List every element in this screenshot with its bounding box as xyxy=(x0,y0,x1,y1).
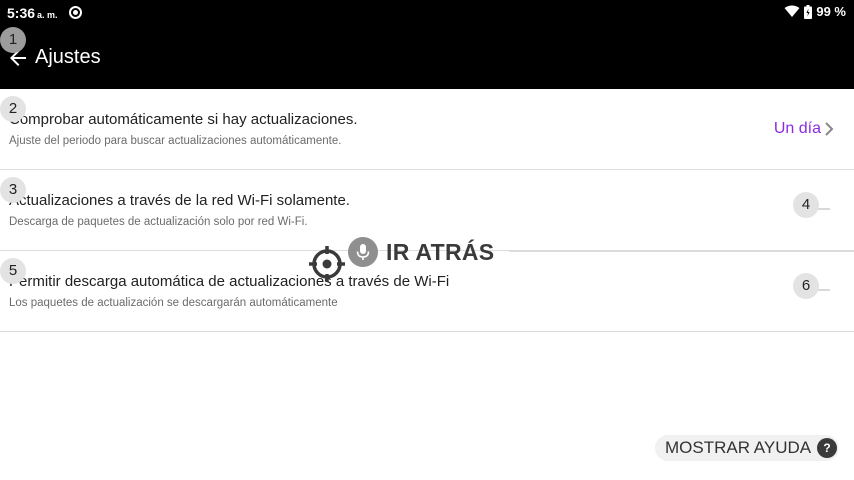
voice-divider xyxy=(509,251,854,252)
status-right: 99 % xyxy=(784,4,846,19)
status-time: 5:36 a. m. xyxy=(7,5,58,21)
screen-record-icon xyxy=(69,6,82,19)
badge-2[interactable]: 2 xyxy=(0,96,26,122)
microphone-icon xyxy=(356,244,370,260)
status-ampm: a. m. xyxy=(37,10,58,20)
setting-title: Permitir descarga automática de actualiz… xyxy=(9,273,450,290)
status-bar: 5:36 a. m. 99 % xyxy=(0,0,854,26)
setting-subtitle: Descarga de paquetes de actualización so… xyxy=(9,216,308,228)
badge-5[interactable]: 5 xyxy=(0,258,26,284)
crosshair-icon xyxy=(309,246,345,282)
show-help-button[interactable]: MOSTRAR AYUDA xyxy=(655,435,840,461)
setting-subtitle: Los paquetes de actualización se descarg… xyxy=(9,297,338,309)
voice-command-text: IR ATRÁS xyxy=(386,239,495,265)
badge-6[interactable]: 6 xyxy=(793,273,819,299)
setting-subtitle: Ajuste del periodo para buscar actualiza… xyxy=(9,135,342,147)
battery-level: 99 % xyxy=(816,4,846,19)
chevron-right-icon xyxy=(825,122,834,136)
app-bar: Ajustes xyxy=(0,26,854,89)
badge-1[interactable]: 1 xyxy=(0,27,26,53)
setting-title: Comprobar automáticamente si hay actuali… xyxy=(9,111,358,128)
badge-4[interactable]: 4 xyxy=(793,192,819,218)
badge-3[interactable]: 3 xyxy=(0,177,26,203)
microphone-button[interactable] xyxy=(348,237,378,267)
help-icon[interactable]: ? xyxy=(817,438,837,458)
setting-auto-check[interactable]: Comprobar automáticamente si hay actuali… xyxy=(0,89,854,170)
setting-value[interactable]: Un día xyxy=(774,120,821,138)
page-title: Ajustes xyxy=(35,46,101,68)
wifi-icon xyxy=(784,5,800,18)
battery-icon xyxy=(804,4,813,19)
setting-title: Actualizaciones a través de la red Wi-Fi… xyxy=(9,192,350,209)
